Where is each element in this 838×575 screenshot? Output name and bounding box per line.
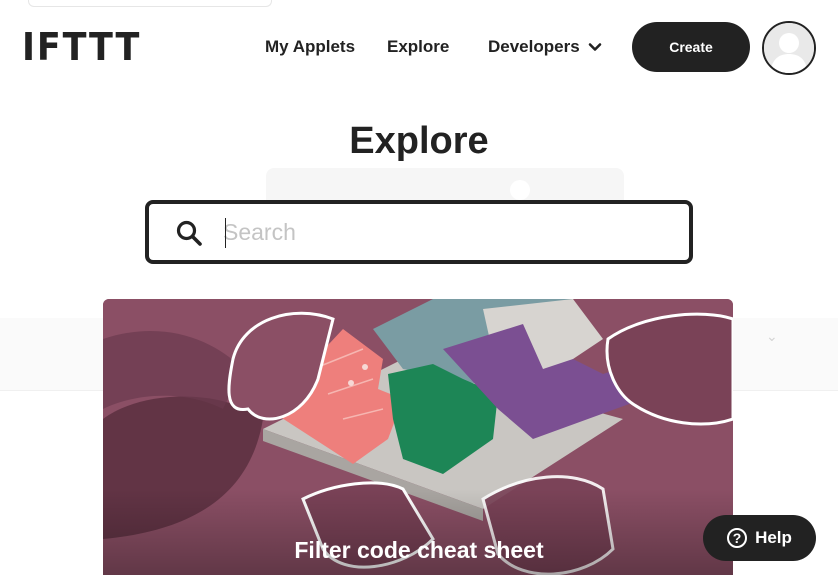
ghost-chevron-icon: ⌄ <box>766 328 778 344</box>
nav-developers-label: Developers <box>488 37 580 56</box>
search-input[interactable] <box>223 212 663 252</box>
puzzle-illustration <box>103 299 733 575</box>
page: ⌄ IFTTT My Applets Explore Developers Cr… <box>0 0 838 575</box>
avatar[interactable] <box>762 21 816 75</box>
nav-my-applets[interactable]: My Applets <box>265 37 355 57</box>
nav-developers[interactable]: Developers <box>488 37 602 57</box>
help-label: Help <box>755 528 792 547</box>
ifttt-logo[interactable]: IFTTT <box>22 24 141 70</box>
featured-card[interactable] <box>103 299 733 575</box>
page-title: Explore <box>349 120 489 162</box>
help-button[interactable]: ? Help <box>703 515 816 561</box>
question-icon: ? <box>727 528 748 548</box>
search-box[interactable] <box>145 200 693 264</box>
create-button[interactable]: Create <box>632 22 750 72</box>
user-silhouette-icon <box>764 23 814 73</box>
text-caret <box>225 218 226 248</box>
nav-explore[interactable]: Explore <box>387 37 449 57</box>
search-icon <box>176 220 202 246</box>
ghost-toggle-knob <box>510 180 530 200</box>
site-header: IFTTT My Applets Explore Developers Crea… <box>0 0 838 95</box>
chevron-down-icon <box>588 43 601 51</box>
